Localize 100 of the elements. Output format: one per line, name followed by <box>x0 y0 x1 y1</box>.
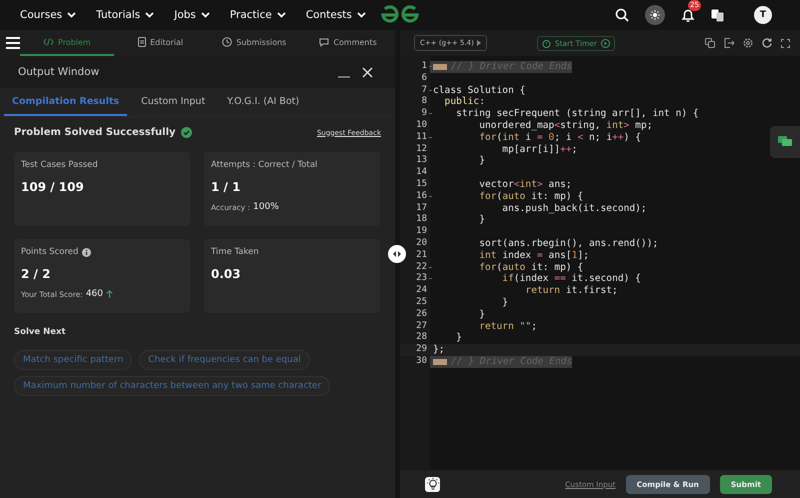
code-line: public: <box>444 96 485 108</box>
line-number: 29 <box>416 344 427 356</box>
chat-bubbles-icon <box>778 136 792 148</box>
code-line: } <box>478 155 485 168</box>
chevron-down-icon <box>145 12 154 18</box>
close-icon[interactable] <box>362 66 373 78</box>
caret-icon <box>476 40 481 46</box>
chat-icon <box>319 38 330 46</box>
card-value: 2 / 2 <box>21 267 52 281</box>
fold-marker-icon[interactable] <box>433 64 447 70</box>
document-icon <box>138 37 146 47</box>
line-number: 10 <box>416 120 427 132</box>
nav-menu[interactable]: Courses <box>20 9 76 21</box>
settings-icon[interactable] <box>743 38 753 48</box>
card-label: Test Cases Passed <box>21 160 98 170</box>
code-line: return ""; <box>478 320 537 332</box>
code-line: mp[arr[i]]++; <box>501 144 578 156</box>
line-number: 16 <box>416 190 427 203</box>
sun-icon <box>650 10 660 20</box>
line-number: 13 <box>416 155 427 168</box>
card-value: 0.03 <box>211 267 242 281</box>
code-line: ans.push_back(it.second); <box>501 202 647 214</box>
line-number: 17 <box>416 202 427 214</box>
search-icon[interactable] <box>615 8 629 22</box>
code-line: unordered_map<string, int> mp; <box>478 120 653 132</box>
code-line: return it.first; <box>524 285 618 297</box>
line-number: 8 <box>422 96 427 108</box>
line-number: 20 <box>416 238 427 250</box>
card-label: Time Taken <box>211 247 259 257</box>
code-line: sort(ans.rbegin(), ans.rend()); <box>478 238 658 250</box>
play-icon <box>601 38 610 48</box>
output-tab[interactable]: Custom Input <box>133 88 214 116</box>
code-line: } <box>455 332 462 344</box>
lightbulb-icon <box>426 478 438 490</box>
code-icon <box>43 38 54 46</box>
line-number: 1 <box>422 61 427 73</box>
output-tab[interactable]: Compilation Results <box>4 88 128 116</box>
fold-marker-icon[interactable] <box>433 358 447 365</box>
user-avatar[interactable]: T <box>754 6 772 24</box>
code-line: } <box>478 308 485 321</box>
note-value: 460 <box>86 289 104 299</box>
code-line: for(int i = 0; i < n; i++) { <box>478 132 641 144</box>
card-label: Attempts : Correct / Total <box>211 160 318 170</box>
code-line: } <box>501 296 508 309</box>
fullscreen-icon[interactable] <box>781 38 790 48</box>
code-line: vector<int> ans; <box>478 178 572 191</box>
clock-icon <box>222 37 232 47</box>
info-icon[interactable] <box>82 248 92 256</box>
nav-menu[interactable]: Practice <box>230 9 286 21</box>
line-number: 23 <box>416 273 427 285</box>
chevron-down-icon <box>67 12 76 18</box>
hint-button[interactable] <box>425 476 440 492</box>
line-number: 26 <box>416 308 427 321</box>
status-message: Problem Solved Successfully <box>14 127 176 138</box>
nav-menu[interactable]: Contests <box>306 9 366 21</box>
code-line: string secFrequent (string arr[], int n) { <box>455 108 699 120</box>
theme-toggle[interactable] <box>645 5 665 25</box>
card-label: Points Scored <box>21 247 78 257</box>
copy-icon[interactable] <box>705 38 715 48</box>
code-line: for(auto it: mp) { <box>478 190 584 203</box>
line-number: 25 <box>416 296 427 309</box>
nav-menu[interactable]: Jobs <box>174 9 210 21</box>
output-tab[interactable]: Y.O.G.I. (AI Bot) <box>219 88 308 116</box>
export-icon[interactable] <box>724 38 734 48</box>
arrows-icon <box>393 251 401 257</box>
window-title: Output Window <box>18 66 100 78</box>
line-number: 9 <box>422 108 427 120</box>
reset-icon[interactable] <box>762 38 772 48</box>
problem-tab[interactable]: Comments <box>301 30 395 56</box>
chevron-down-icon <box>200 12 210 18</box>
chat-button[interactable] <box>770 126 800 158</box>
logo-icon[interactable] <box>380 5 420 25</box>
line-number: 6 <box>422 72 427 85</box>
check-icon <box>180 127 192 138</box>
chevron-down-icon <box>356 12 366 18</box>
bell-icon[interactable] <box>681 8 695 22</box>
problem-tab[interactable]: Submissions <box>208 30 302 56</box>
code-line: int index = ans[1]; <box>478 250 589 262</box>
code-line: for(auto it: mp) { <box>478 262 584 274</box>
code-editor[interactable] <box>400 56 800 470</box>
line-number: 28 <box>416 332 427 344</box>
chevron-down-icon <box>276 12 286 18</box>
line-number: 19 <box>416 226 427 238</box>
card-value: 109 / 109 <box>21 180 85 194</box>
line-number: 21 <box>416 250 427 262</box>
menu-icon[interactable] <box>6 37 20 49</box>
code-line: }; <box>433 344 445 356</box>
line-number: 27 <box>416 320 427 332</box>
card-value: 1 / 1 <box>211 180 242 194</box>
stopwatch-icon <box>542 38 551 48</box>
nav-menu[interactable]: Tutorials <box>96 9 154 21</box>
line-number: 11 <box>416 132 427 144</box>
note-value: 100% <box>253 202 279 212</box>
code-line: class Solution { <box>433 84 526 96</box>
section-title: Solve Next <box>14 327 67 337</box>
line-number: 7 <box>422 84 427 96</box>
line-number: 18 <box>416 214 427 226</box>
code-line: if(index == it.second) { <box>501 273 641 286</box>
line-number: 22 <box>416 262 427 273</box>
problem-tab[interactable]: Editorial <box>114 30 208 56</box>
